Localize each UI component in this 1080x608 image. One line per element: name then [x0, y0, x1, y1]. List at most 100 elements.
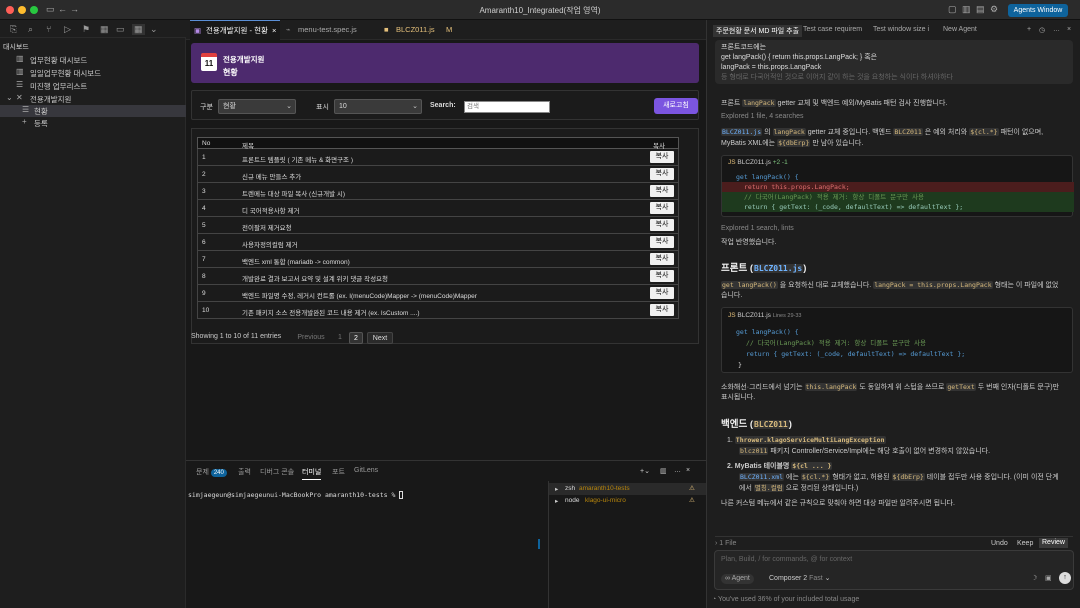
table-row[interactable]: 2 신규 메뉴 만들스 추가 복사 — [197, 166, 679, 183]
copy-button[interactable]: 복사 — [650, 185, 674, 197]
page-title: 전용개발지원 — [223, 55, 265, 64]
copy-button[interactable]: 복사 — [650, 219, 674, 231]
split-icon[interactable]: ▥ — [962, 4, 971, 15]
close-icon[interactable]: × — [272, 21, 276, 41]
chevron-down-icon: ⌄ — [6, 93, 13, 102]
more-icon[interactable]: … — [674, 467, 681, 474]
split-terminal-icon[interactable]: ▥ — [660, 467, 667, 475]
tab-menu-test-spec[interactable]: ⌁ menu-test.spec.js — [282, 20, 378, 40]
extensions-icon[interactable]: ▦ — [100, 24, 109, 35]
file-icon: ⌁ — [286, 25, 291, 34]
sidebar-item-dev-support[interactable]: ⌄ ✕ 전용개발지원 — [0, 93, 186, 105]
table-row[interactable]: 9 백엔드 파일명 수정, 레거시 컨트롤 (ex. I(menuCode)Map… — [197, 285, 679, 302]
send-icon[interactable]: ↑ — [1059, 572, 1071, 584]
terminal-item-node[interactable]: ▸ node klago-ui-micro ⚠ — [549, 495, 707, 507]
copy-button[interactable]: 복사 — [650, 168, 674, 180]
table-row[interactable]: 8 개발완료 결과 보고서 요약 및 설계 위키 댓글 작성요청 복사 — [197, 268, 679, 285]
copy-button[interactable]: 복사 — [650, 151, 674, 163]
chat-tab-test-case[interactable]: Test case requirem — [803, 26, 862, 33]
copy-button[interactable]: 복사 — [650, 236, 674, 248]
table-row[interactable]: 7 백엔드 xml 통합 (mariadb -> common) 복사 — [197, 251, 679, 268]
display-count-select[interactable]: 10 ⌄ — [334, 99, 422, 114]
panel-icon[interactable]: ▤ — [976, 4, 985, 15]
explored-summary[interactable]: Explored 1 file, 4 searches — [721, 112, 804, 122]
code-line: } — [738, 361, 742, 369]
user-message: 프론트코드에는 get langPack() { return this.pro… — [715, 40, 1073, 84]
tab-terminal[interactable]: 터미널 — [302, 467, 322, 480]
files-icon[interactable]: ⎘ — [10, 24, 17, 35]
plus-icon: + — [22, 117, 27, 126]
tab-dev-support-status[interactable]: ▣ 전용개발지원 - 현황 × — [190, 20, 280, 40]
tab-blcz011[interactable]: ■ BLCZ011.js M — [380, 20, 460, 40]
copy-button[interactable]: 복사 — [650, 304, 674, 316]
category-select[interactable]: 현황 ⌄ — [218, 99, 296, 114]
history-icon[interactable]: ◷ — [1039, 26, 1045, 34]
page-1-button[interactable]: 1 — [334, 332, 346, 344]
display-label: 표시 — [316, 104, 329, 111]
more-icon[interactable]: ⌄ — [150, 24, 158, 35]
new-chat-icon[interactable]: + — [1027, 26, 1031, 33]
keep-button[interactable]: Keep — [1017, 539, 1033, 549]
diff-header[interactable]: JS BLCZ011.js +2 -1 — [722, 158, 1074, 168]
copy-button[interactable]: 복사 — [650, 270, 674, 282]
more-icon[interactable]: … — [1053, 26, 1060, 33]
undo-button[interactable]: Undo — [991, 539, 1008, 549]
terminal-item-zsh[interactable]: ▸ zsh amaranth10-tests ⚠ — [549, 483, 707, 495]
table-row[interactable]: 6 사용자정의컬럼 제거 복사 — [197, 234, 679, 251]
new-terminal-icon[interactable]: +⌄ — [640, 467, 650, 475]
chat-input[interactable]: Plan, Build, / for commands, @ for conte… — [714, 550, 1074, 590]
search-icon[interactable]: ⌕ — [28, 24, 33, 35]
settings-icon[interactable]: ⚙ — [990, 4, 998, 15]
copy-button[interactable]: 복사 — [650, 287, 674, 299]
section-heading-front: 프론트 (BLCZ011.js) — [721, 263, 807, 274]
bookmark-icon[interactable]: ⚑ — [82, 24, 90, 35]
tab-debug-console[interactable]: 디버그 콘솔 — [260, 467, 294, 477]
table-row[interactable]: 3 트렌메뉴 대상 파일 복사 (신규개발 시) 복사 — [197, 183, 679, 200]
sidebar-item-status[interactable]: ☰ 현황 — [0, 105, 186, 117]
tab-output[interactable]: 출력 — [238, 467, 251, 477]
tab-problems[interactable]: 문제 240 — [196, 467, 227, 477]
sidebar-item-daily-dashboard[interactable]: ▥ 일일업무현황 대시보드 — [0, 67, 186, 79]
moon-icon[interactable]: ☽ — [1031, 574, 1037, 584]
tab-gitlens[interactable]: GitLens — [354, 467, 378, 474]
table-row[interactable]: 5 전이팔저 제거요청 복사 — [197, 217, 679, 234]
model-select[interactable]: Composer 2 Fast ⌄ — [769, 574, 831, 584]
sidebar-item-work-dashboard[interactable]: ▥ 업무현황 대시보드 — [0, 54, 186, 66]
image-icon[interactable]: ▣ — [1045, 574, 1052, 584]
grid-icon[interactable]: ▦ — [132, 24, 145, 35]
warning-icon: ⚠ — [689, 485, 695, 492]
page-2-button[interactable]: 2 — [349, 332, 363, 344]
next-page-button[interactable]: Next — [367, 332, 393, 344]
table-row[interactable]: 4디 국어적용사항 제거 복사 — [197, 200, 679, 217]
close-icon[interactable]: × — [686, 467, 690, 474]
table-row[interactable]: 10 기존 패키지 소스 전용개발완된 코드 내용 제거 (ex. IsCusto… — [197, 302, 679, 319]
tab-ports[interactable]: 포트 — [332, 467, 345, 477]
code-header[interactable]: JS BLCZ011.js Lines 29-33 — [722, 311, 1074, 321]
diff-block: JS BLCZ011.js +2 -1 get langPack() { ret… — [721, 155, 1074, 217]
sidebar-item-register[interactable]: + 등록 — [0, 117, 186, 129]
list-item-detail: BLCZ011.xml 에는 ${cl.*} 형태가 없고, 허용된 ${dbE… — [739, 473, 1059, 481]
resize-handle[interactable] — [538, 539, 540, 549]
sidebar-item-pending-list[interactable]: ☰ 미진행 업무리스트 — [0, 80, 186, 92]
table-row[interactable]: 1 프론트드 템플릿 ( 기존 메뉴 & 화면구조 ) 복사 — [197, 149, 679, 166]
copy-button[interactable]: 복사 — [650, 202, 674, 214]
assistant-text: 소화해선·그리드에서 넘기는 this.langPack 도 동일하게 위 스텁… — [721, 383, 1060, 391]
chat-tab-test-window[interactable]: Test window size i — [873, 26, 929, 33]
copy-button[interactable]: 복사 — [650, 253, 674, 265]
source-control-icon[interactable]: ⑂ — [46, 24, 51, 34]
files-toggle[interactable]: › 1 File — [715, 539, 736, 549]
agents-window-button[interactable]: Agents Window — [1008, 4, 1068, 17]
refresh-button[interactable]: 새로고침 — [654, 98, 698, 114]
close-icon[interactable]: × — [1067, 26, 1071, 33]
layout-icon[interactable]: ▢ — [948, 4, 957, 15]
search-input[interactable]: 검색 — [464, 101, 550, 113]
previous-page-button[interactable]: Previous — [292, 332, 330, 344]
folder-icon[interactable]: ▭ — [116, 24, 125, 35]
chat-tab-new-agent[interactable]: New Agent — [943, 26, 977, 33]
chat-tab-order-md[interactable]: 주문현황 문서 MD 파일 추출 — [713, 25, 803, 37]
explored-summary[interactable]: Explored 1 search, lints — [721, 224, 794, 234]
terminal-output[interactable]: simjaegeun@simjaegeunui-MacBookPro amara… — [188, 491, 404, 499]
review-button[interactable]: Review — [1039, 538, 1068, 548]
run-debug-icon[interactable]: ▷ — [64, 24, 71, 35]
agent-mode-button[interactable]: ∞ Agent — [721, 574, 754, 584]
